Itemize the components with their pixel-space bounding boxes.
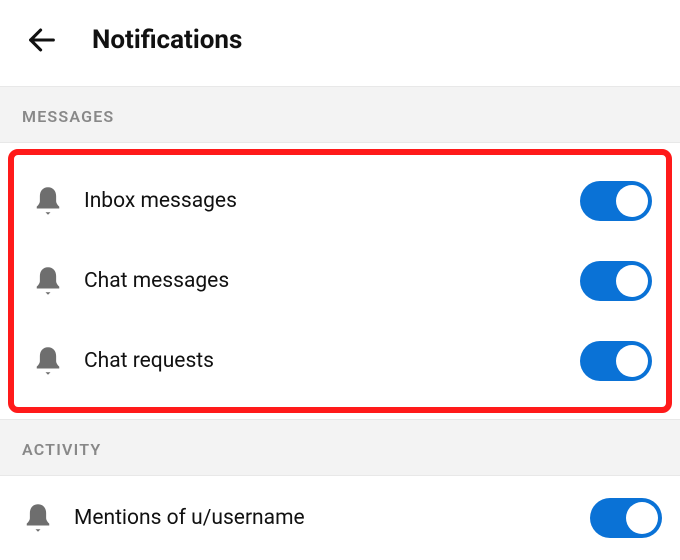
setting-row-chat-requests[interactable]: Chat requests [14, 321, 666, 401]
setting-label: Chat messages [84, 269, 580, 293]
header-bar: Notifications [0, 0, 680, 86]
setting-label: Inbox messages [84, 189, 580, 213]
setting-label: Mentions of u/username [74, 506, 590, 530]
section-header-messages: MESSAGES [0, 86, 680, 143]
bell-icon [28, 264, 68, 298]
setting-row-mentions[interactable]: Mentions of u/username [0, 476, 680, 560]
bell-icon [28, 184, 68, 218]
setting-row-chat-messages[interactable]: Chat messages [14, 241, 666, 321]
setting-label: Chat requests [84, 349, 580, 373]
arrow-left-icon [25, 23, 59, 57]
toggle-chat-messages[interactable] [580, 261, 652, 301]
toggle-inbox-messages[interactable] [580, 181, 652, 221]
toggle-knob [616, 345, 648, 377]
messages-highlight-box: Inbox messages Chat messages Chat reques… [8, 149, 672, 413]
toggle-mentions[interactable] [590, 498, 662, 538]
bell-icon [18, 501, 58, 535]
toggle-chat-requests[interactable] [580, 341, 652, 381]
page-title: Notifications [92, 25, 242, 55]
setting-row-inbox-messages[interactable]: Inbox messages [14, 161, 666, 241]
toggle-knob [616, 265, 648, 297]
bell-icon [28, 344, 68, 378]
toggle-knob [616, 185, 648, 217]
toggle-knob [626, 502, 658, 534]
section-header-activity: ACTIVITY [0, 419, 680, 476]
back-button[interactable] [20, 18, 64, 62]
